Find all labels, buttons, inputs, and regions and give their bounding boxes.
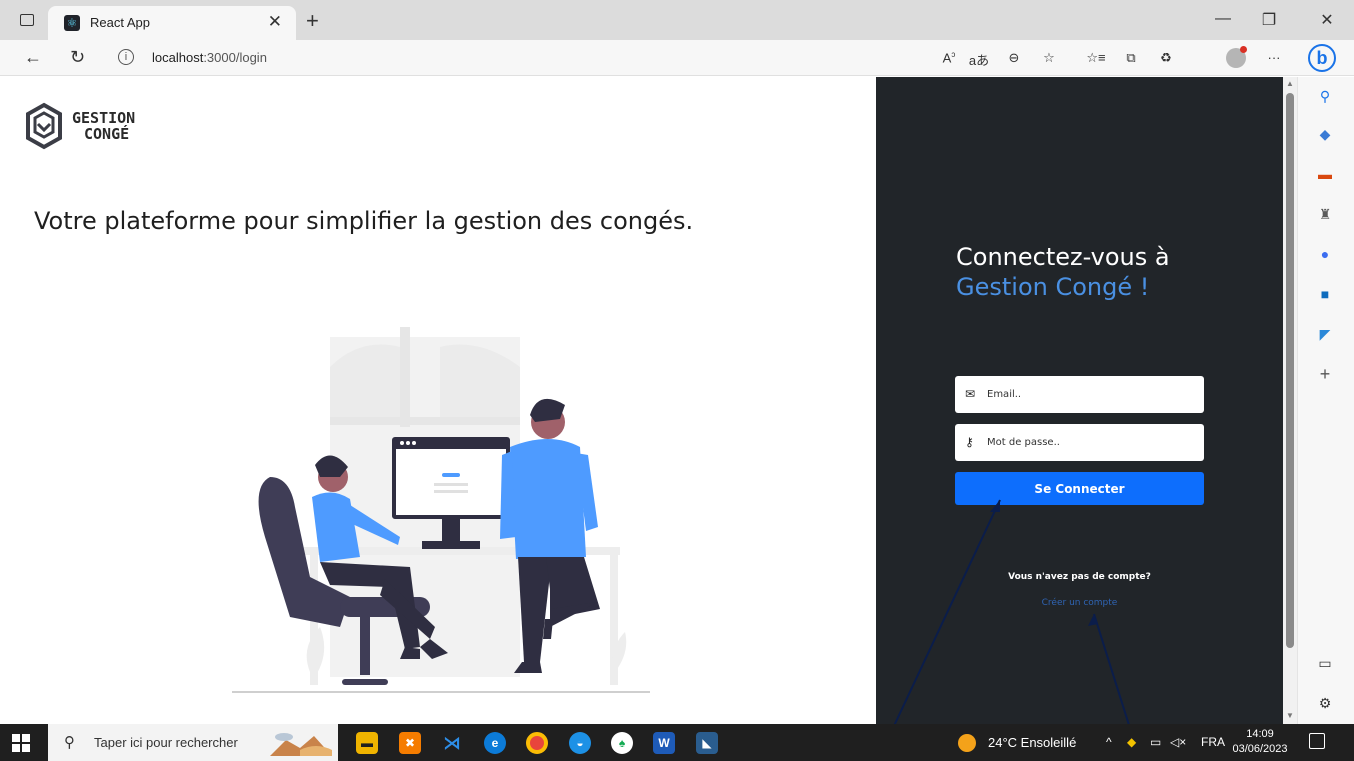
edge-sidebar: ⚲ ◆ ▬ ♜ ● ■ ◤ + ▭ ⚙ (1297, 77, 1354, 724)
back-arrow-icon[interactable]: ← (24, 47, 42, 68)
volume-muted-icon[interactable]: ◁× (1170, 735, 1186, 749)
login-panel: Connectez-vous à Gestion Congé ! ✉ ⚷ Se … (876, 77, 1283, 724)
favorite-star-icon[interactable]: ☆ (1038, 50, 1060, 66)
sidebar-panel-icon[interactable]: ▭ (1314, 652, 1336, 674)
games-icon[interactable]: ♜ (1314, 203, 1336, 225)
outlook-icon[interactable]: ■ (1314, 283, 1336, 305)
search-icon[interactable]: ⚲ (1314, 85, 1336, 107)
site-info-icon[interactable]: i (118, 49, 134, 65)
shopping-tag-icon[interactable]: ◆ (1314, 123, 1336, 145)
read-aloud-icon[interactable]: Aↄ (938, 50, 960, 65)
tab-bar: ⚛ React App ✕ + — ❐ ✕ (0, 0, 1354, 40)
tab-actions-icon[interactable] (20, 14, 34, 26)
create-account-link[interactable]: Créer un compte (876, 598, 1283, 608)
logo-line-2: CONGÉ (84, 125, 130, 143)
collections-icon[interactable]: ⧉ (1120, 50, 1142, 66)
login-heading: Connectez-vous à Gestion Congé ! (956, 242, 1170, 302)
gestion-conge-logo-icon (26, 102, 62, 150)
weather-sun-icon[interactable] (958, 734, 976, 752)
minimize-button[interactable]: — (1213, 10, 1233, 28)
search-icon: ⚲ (64, 734, 75, 751)
send-icon[interactable]: ◤ (1314, 323, 1336, 345)
url-field[interactable]: i localhost:3000/login (104, 45, 914, 71)
address-bar: ← ↻ i localhost:3000/login Aↄ aあ ⊖ ☆ ☆≡ … (0, 40, 1354, 76)
password-input[interactable] (987, 424, 1197, 461)
refresh-icon[interactable]: ↻ (70, 47, 85, 68)
url-host: localhost (152, 50, 204, 65)
page: GESTION CONGÉ Votre plateforme pour simp… (0, 77, 1283, 724)
page-scrollbar[interactable]: ▲ ▼ (1283, 77, 1297, 724)
scroll-up-icon[interactable]: ▲ (1286, 79, 1294, 88)
email-field[interactable]: ✉ (955, 376, 1204, 413)
chrome-icon[interactable] (526, 732, 548, 754)
translate-icon[interactable]: aあ (968, 50, 990, 69)
logo-text: GESTION CONGÉ (72, 110, 135, 142)
word-icon[interactable]: W (653, 732, 675, 754)
notification-icon[interactable] (1309, 733, 1325, 749)
zoom-out-icon[interactable]: ⊖ (1003, 50, 1025, 66)
clock-date: 03/06/2023 (1232, 743, 1288, 755)
microsoft-365-icon[interactable]: ● (1314, 243, 1336, 265)
logo-line-1: GESTION (72, 109, 136, 127)
login-heading-line-1: Connectez-vous à (956, 243, 1170, 271)
tab-react-app[interactable]: ⚛ React App ✕ (48, 6, 296, 40)
scroll-thumb[interactable] (1286, 93, 1294, 648)
battery-icon[interactable]: ▭ (1150, 735, 1161, 749)
taskbar: ⚲ Taper ici pour rechercher ▬ ✖ ⋊ e ◒ ♠ … (0, 724, 1354, 761)
mysql-workbench-icon[interactable]: ◣ (696, 732, 718, 754)
screen: ⚛ React App ✕ + — ❐ ✕ ← ↻ i localhost:30… (0, 0, 1354, 761)
language-indicator[interactable]: FRA (1201, 735, 1225, 749)
no-account-text: Vous n'avez pas de compte? (1008, 572, 1151, 582)
url-text: localhost:3000/login (152, 50, 267, 65)
windows-start-icon[interactable] (12, 734, 30, 752)
login-button[interactable]: Se Connecter (955, 472, 1204, 505)
search-highlight-art (270, 733, 332, 756)
add-icon[interactable]: + (1314, 363, 1336, 385)
envelope-icon: ✉ (965, 387, 976, 401)
vscode-icon[interactable]: ⋊ (441, 732, 463, 754)
extensions-icon[interactable]: ♻ (1155, 50, 1177, 66)
tray-chevron-icon[interactable]: ^ (1106, 735, 1112, 749)
email-input[interactable] (987, 376, 1197, 413)
more-options-icon[interactable]: ··· (1263, 50, 1285, 65)
tab-close-icon[interactable]: ✕ (268, 12, 282, 32)
profile-notification-dot (1240, 46, 1247, 53)
restore-button[interactable]: ❐ (1259, 10, 1279, 30)
tray-app-icon[interactable]: ◆ (1127, 735, 1136, 749)
taskbar-clock[interactable]: 14:09 03/06/2023 (1232, 727, 1288, 757)
password-field[interactable]: ⚷ (955, 424, 1204, 461)
edge-icon[interactable]: e (484, 732, 506, 754)
clock-time: 14:09 (1246, 728, 1274, 740)
team-illustration (232, 327, 650, 693)
mongodb-compass-icon[interactable]: ♠ (611, 732, 633, 754)
url-path: :3000/login (203, 50, 267, 65)
settings-gear-icon[interactable]: ⚙ (1314, 692, 1336, 714)
key-icon: ⚷ (965, 435, 974, 449)
file-explorer-icon[interactable]: ▬ (356, 732, 378, 754)
tab-title: React App (90, 15, 150, 30)
tagline: Votre plateforme pour simplifier la gest… (34, 207, 694, 235)
login-heading-line-2: Gestion Congé ! (956, 273, 1150, 301)
bing-icon[interactable]: b (1308, 44, 1336, 72)
xampp-icon[interactable]: ✖ (399, 732, 421, 754)
weather-text[interactable]: 24°C Ensoleillé (988, 735, 1076, 750)
scroll-down-icon[interactable]: ▼ (1286, 711, 1294, 720)
docker-icon[interactable]: ◒ (569, 732, 591, 754)
taskbar-search-text: Taper ici pour rechercher (94, 735, 238, 750)
react-favicon-icon: ⚛ (64, 15, 80, 31)
taskbar-search[interactable]: ⚲ Taper ici pour rechercher (48, 724, 338, 761)
new-tab-button[interactable]: + (306, 8, 319, 34)
favorites-icon[interactable]: ☆≡ (1085, 50, 1107, 66)
close-window-button[interactable]: ✕ (1317, 10, 1337, 30)
tools-icon[interactable]: ▬ (1314, 163, 1336, 185)
